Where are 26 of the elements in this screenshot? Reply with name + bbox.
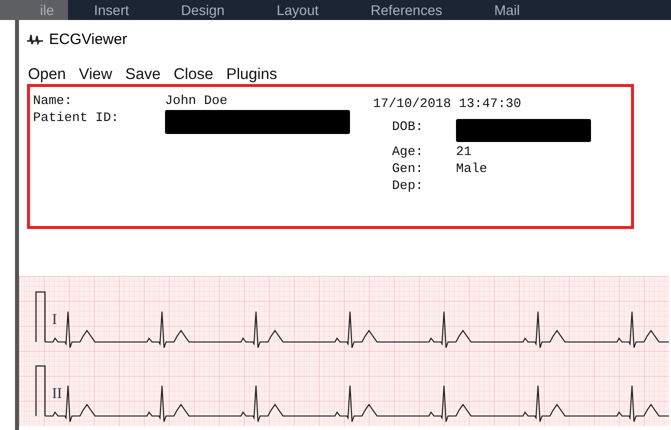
menu-item[interactable]: Save	[125, 66, 161, 84]
ribbon-tab[interactable]: Design	[155, 0, 251, 20]
field-value: John Doe	[165, 93, 228, 108]
menu-item[interactable]: Plugins	[226, 66, 278, 84]
calibration-pulse	[35, 365, 46, 416]
waveform-icon	[27, 33, 43, 45]
field-value: 21	[456, 144, 473, 159]
lead-label: II	[52, 386, 62, 402]
ribbon-tab[interactable]: Insert	[68, 0, 156, 20]
ribbon-tab[interactable]: References	[344, 0, 468, 20]
field-label: DOB:	[392, 119, 424, 136]
field-label: Name:	[33, 93, 74, 108]
timestamp: 17/10/2018 13:47:30	[373, 96, 522, 111]
window-title: ECGViewer	[49, 30, 128, 48]
menu-item[interactable]: Open	[28, 66, 66, 84]
menu-item[interactable]: Close	[174, 66, 214, 84]
calibration-pulse	[35, 291, 46, 342]
ribbon-tab[interactable]: Layout	[250, 0, 345, 20]
field-label: Patient ID:	[33, 110, 120, 127]
field-value: Male	[456, 161, 488, 176]
ribbon-tab[interactable]: Mail	[468, 0, 546, 20]
menu-item[interactable]: View	[78, 66, 112, 84]
field-label: Age:	[392, 144, 424, 159]
field-label: Gen:	[392, 161, 424, 176]
field-label: Dep:	[392, 178, 424, 193]
lead-label: I	[52, 312, 57, 328]
